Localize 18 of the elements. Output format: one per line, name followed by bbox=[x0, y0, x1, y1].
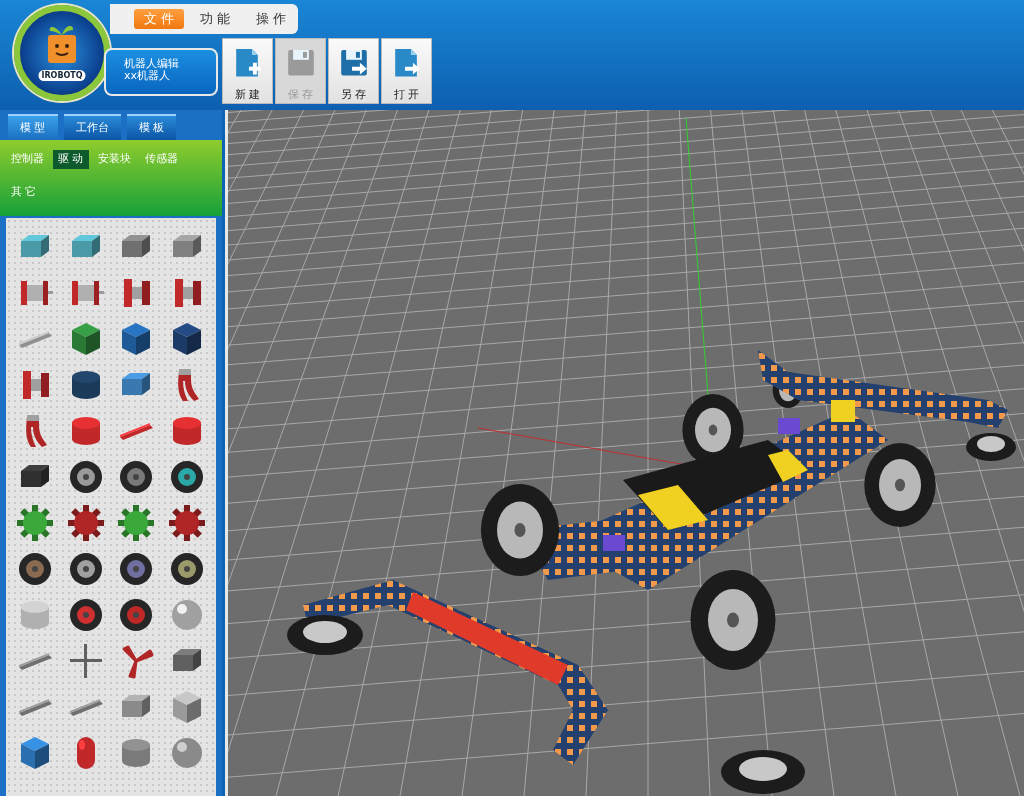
toolbar-button[interactable]: 打 开 bbox=[381, 38, 432, 104]
menu-tab[interactable]: 功 能 bbox=[190, 9, 241, 29]
gear-icon[interactable] bbox=[65, 503, 106, 543]
toolbar-button[interactable]: 另 存 bbox=[328, 38, 379, 104]
panel-tab[interactable]: 工作台 bbox=[63, 114, 121, 140]
robot-name: xx机器人 bbox=[124, 70, 172, 82]
category-tab[interactable]: 驱 动 bbox=[53, 150, 89, 169]
toolbar-button[interactable]: 新 建 bbox=[222, 38, 273, 104]
gear-icon[interactable] bbox=[166, 503, 207, 543]
gear-icon[interactable] bbox=[116, 503, 157, 543]
panel-tab[interactable]: 模 型 bbox=[8, 114, 58, 140]
gear-icon[interactable] bbox=[15, 503, 56, 543]
menu-tab[interactable]: 操 作 bbox=[246, 9, 297, 29]
menu-tab[interactable]: 文 件 bbox=[134, 9, 185, 29]
panel-tab[interactable]: 模 板 bbox=[126, 114, 176, 140]
category-tab[interactable]: 其 它 bbox=[6, 182, 42, 201]
title-text: 机器人编辑 bbox=[124, 58, 180, 70]
logo-text: IROBOTQ bbox=[38, 70, 86, 81]
